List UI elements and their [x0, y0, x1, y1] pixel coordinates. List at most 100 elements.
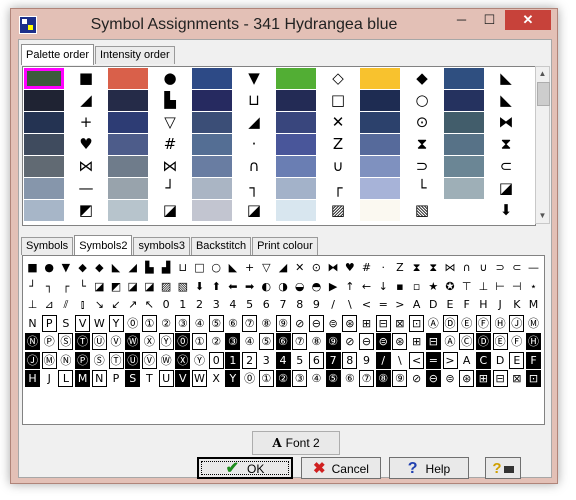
- symbol-cell[interactable]: ⑨: [275, 314, 291, 332]
- symbol-cell[interactable]: ┐: [42, 278, 57, 295]
- symbol-cell[interactable]: ⑤: [258, 333, 274, 350]
- symbol-cell[interactable]: Ⓣ: [75, 333, 91, 350]
- symbol-cell[interactable]: ③: [225, 333, 241, 350]
- symbol-cell[interactable]: ◆: [92, 259, 107, 276]
- symbol-cell[interactable]: W: [192, 370, 207, 387]
- symbol-cell[interactable]: ✕: [292, 259, 307, 276]
- palette-color-swatch[interactable]: [24, 112, 64, 133]
- palette-color-swatch[interactable]: [444, 112, 484, 133]
- symbol-cell[interactable]: ┌: [58, 278, 73, 295]
- symbol-cell[interactable]: ▶: [326, 278, 341, 295]
- symbol-cell[interactable]: ⊘: [342, 333, 357, 350]
- symbol-cell[interactable]: ⊟: [375, 314, 391, 332]
- symbol-cell[interactable]: ∪: [476, 259, 491, 276]
- palette-color-swatch[interactable]: [192, 68, 232, 89]
- symbol-cell[interactable]: ⊖: [425, 370, 441, 387]
- symbol-cell[interactable]: ◩: [109, 278, 124, 295]
- symbol-cell[interactable]: Ⓓ: [475, 333, 491, 350]
- symbol-cell[interactable]: ⊛: [392, 333, 408, 350]
- symbol-cell[interactable]: Ⓙ: [509, 314, 525, 332]
- palette-symbol[interactable]: ◆: [402, 68, 442, 89]
- symbol-cell[interactable]: Ⓧ: [142, 333, 157, 350]
- palette-symbol[interactable]: ⬇: [486, 200, 526, 221]
- symbol-cell[interactable]: Ⓗ: [493, 315, 508, 332]
- palette-color-swatch[interactable]: [108, 68, 148, 89]
- tab-symbols3[interactable]: symbols3: [133, 237, 190, 255]
- palette-symbol[interactable]: ◪: [234, 200, 274, 221]
- symbol-cell[interactable]: ⫽: [58, 296, 73, 313]
- palette-symbol[interactable]: ▧: [402, 200, 442, 221]
- symbol-cell[interactable]: Ⓐ: [426, 315, 441, 332]
- symbol-cell[interactable]: Ⓟ: [75, 351, 91, 369]
- symbol-cell[interactable]: ◪: [92, 278, 107, 295]
- tab-symbols[interactable]: Symbols: [21, 237, 74, 255]
- symbol-cell[interactable]: ④: [309, 370, 324, 387]
- palette-color-swatch[interactable]: [192, 90, 232, 111]
- symbol-cell[interactable]: 0: [159, 296, 174, 313]
- palette-grid[interactable]: ■ ● ▼ ◇ ◆ ◣ ◢ ▙ ⊔ □ ○ ◣ + ▽ ◢ ✕ ⊙ ⧓ ♥ # · Z ⧗ ⧗ ⋈ ⋈ ∩ ∪ ⊃ ⊂ — ┘ ┐ ┌ └ ◪ ◩ ◪ ◪ ▨…: [22, 66, 536, 226]
- symbol-cell[interactable]: F: [459, 296, 474, 313]
- symbol-cell[interactable]: ⊿: [42, 296, 57, 313]
- symbol-cell[interactable]: Ⓒ: [459, 333, 475, 350]
- symbol-cell[interactable]: 9: [309, 296, 324, 313]
- palette-symbol[interactable]: #: [150, 134, 190, 155]
- tab-palette-order[interactable]: Palette order: [21, 44, 94, 65]
- symbol-cell[interactable]: Ⓕ: [509, 333, 524, 350]
- symbol-cell[interactable]: 7: [276, 296, 291, 313]
- palette-color-swatch[interactable]: [24, 134, 64, 155]
- palette-symbol[interactable]: ⋈: [66, 156, 106, 177]
- symbol-cell[interactable]: Ⓜ: [41, 351, 57, 369]
- palette-color-swatch[interactable]: [276, 178, 316, 199]
- palette-scrollbar[interactable]: ▲ ▼: [535, 66, 550, 224]
- symbol-cell[interactable]: Ⓧ: [175, 351, 191, 369]
- palette-symbol[interactable]: +: [66, 112, 106, 133]
- palette-color-swatch[interactable]: [24, 156, 64, 177]
- symbol-cell[interactable]: 2: [192, 296, 207, 313]
- palette-color-swatch[interactable]: [192, 112, 232, 133]
- symbol-cell[interactable]: ②: [209, 333, 224, 350]
- symbol-cell[interactable]: ⧗: [409, 259, 424, 276]
- symbol-cell[interactable]: ⊔: [175, 259, 190, 276]
- palette-color-swatch[interactable]: [276, 68, 316, 89]
- symbol-cell[interactable]: ⫾: [75, 296, 90, 313]
- symbol-cell[interactable]: ★: [426, 278, 441, 295]
- symbol-cell[interactable]: ➡: [242, 278, 257, 295]
- tab-symbols2[interactable]: Symbols2: [74, 235, 133, 256]
- symbol-cell[interactable]: J: [493, 296, 508, 313]
- symbol-cell[interactable]: ⊠: [509, 370, 524, 387]
- symbol-cell[interactable]: /: [375, 351, 391, 369]
- symbol-cell[interactable]: ◓: [309, 278, 324, 295]
- symbol-cell[interactable]: ⊘: [292, 315, 307, 332]
- symbol-cell[interactable]: ◣: [225, 259, 240, 276]
- symbol-cell[interactable]: 1: [225, 351, 241, 369]
- palette-symbol[interactable]: ⊙: [402, 112, 442, 133]
- symbol-cell[interactable]: 9: [359, 352, 374, 369]
- palette-symbol[interactable]: Z: [318, 134, 358, 155]
- symbol-cell[interactable]: 3: [209, 296, 224, 313]
- symbol-cell[interactable]: ◣: [109, 259, 124, 276]
- symbol-cell[interactable]: Ⓟ: [42, 333, 57, 350]
- symbol-cell[interactable]: 0: [208, 351, 224, 369]
- symbol-cell[interactable]: 5: [292, 352, 307, 369]
- symbol-cell[interactable]: Ⓣ: [108, 351, 124, 369]
- tab-intensity-order[interactable]: Intensity order: [94, 46, 175, 64]
- symbol-cell[interactable]: 4: [225, 296, 240, 313]
- palette-color-swatch[interactable]: [444, 134, 484, 155]
- symbol-cell[interactable]: W: [92, 315, 107, 332]
- symbol-cell[interactable]: ↙: [109, 296, 124, 313]
- symbol-cell[interactable]: M: [75, 370, 91, 387]
- symbol-cell[interactable]: ◪: [142, 278, 157, 295]
- symbol-cell[interactable]: ◢: [125, 259, 140, 276]
- symbol-cell[interactable]: ▽: [259, 259, 274, 276]
- symbol-cell[interactable]: Ⓨ: [192, 352, 207, 369]
- symbol-cell[interactable]: ◒: [292, 278, 307, 295]
- symbol-cell[interactable]: ⑦: [359, 370, 374, 387]
- symbol-cell[interactable]: \: [342, 296, 357, 313]
- symbol-cell[interactable]: ·: [376, 259, 391, 276]
- palette-color-swatch[interactable]: [108, 200, 148, 221]
- symbol-cell[interactable]: ⓪: [175, 333, 191, 350]
- palette-symbol[interactable]: ◣: [486, 68, 526, 89]
- symbol-cell[interactable]: ▙: [142, 259, 157, 276]
- palette-symbol[interactable]: ◇: [318, 68, 358, 89]
- symbol-cell[interactable]: Ⓕ: [475, 314, 491, 332]
